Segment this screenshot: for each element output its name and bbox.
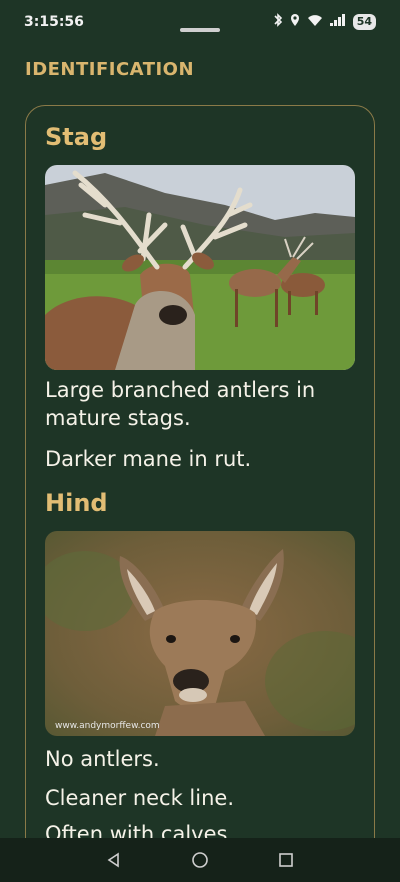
battery-indicator: 54 bbox=[352, 14, 376, 30]
navigation-bar bbox=[0, 838, 400, 882]
stag-title: Stag bbox=[45, 123, 108, 151]
photo-watermark: www.andymorffew.com bbox=[55, 721, 160, 731]
stag-photo[interactable] bbox=[45, 165, 355, 370]
home-button[interactable] bbox=[190, 850, 210, 870]
hind-description-2: Cleaner neck line. bbox=[45, 786, 235, 810]
home-circle-icon bbox=[192, 852, 208, 868]
status-time: 3:15:56 bbox=[24, 14, 84, 30]
wifi-icon bbox=[307, 14, 323, 31]
signal-icon bbox=[329, 14, 346, 30]
status-bar: 3:15:56 54 bbox=[0, 0, 400, 44]
drag-handle[interactable] bbox=[180, 28, 220, 32]
hind-description-1: No antlers. bbox=[45, 747, 160, 771]
recents-button[interactable] bbox=[276, 850, 296, 870]
bluetooth-icon bbox=[273, 13, 283, 31]
back-button[interactable] bbox=[104, 850, 124, 870]
stag-description-2: Darker mane in rut. bbox=[45, 447, 252, 471]
recents-square-icon bbox=[279, 853, 293, 867]
location-icon bbox=[290, 13, 300, 31]
stag-description-1: Large branched antlers in mature stags. bbox=[45, 378, 316, 430]
identification-card: Stag Large branched antlers in mature st… bbox=[25, 105, 375, 865]
hind-photo[interactable]: www.andymorffew.com bbox=[45, 531, 355, 736]
status-icons: 54 bbox=[273, 13, 376, 31]
back-triangle-icon bbox=[107, 852, 119, 868]
hind-title: Hind bbox=[45, 489, 108, 517]
section-title: IDENTIFICATION bbox=[25, 59, 195, 80]
